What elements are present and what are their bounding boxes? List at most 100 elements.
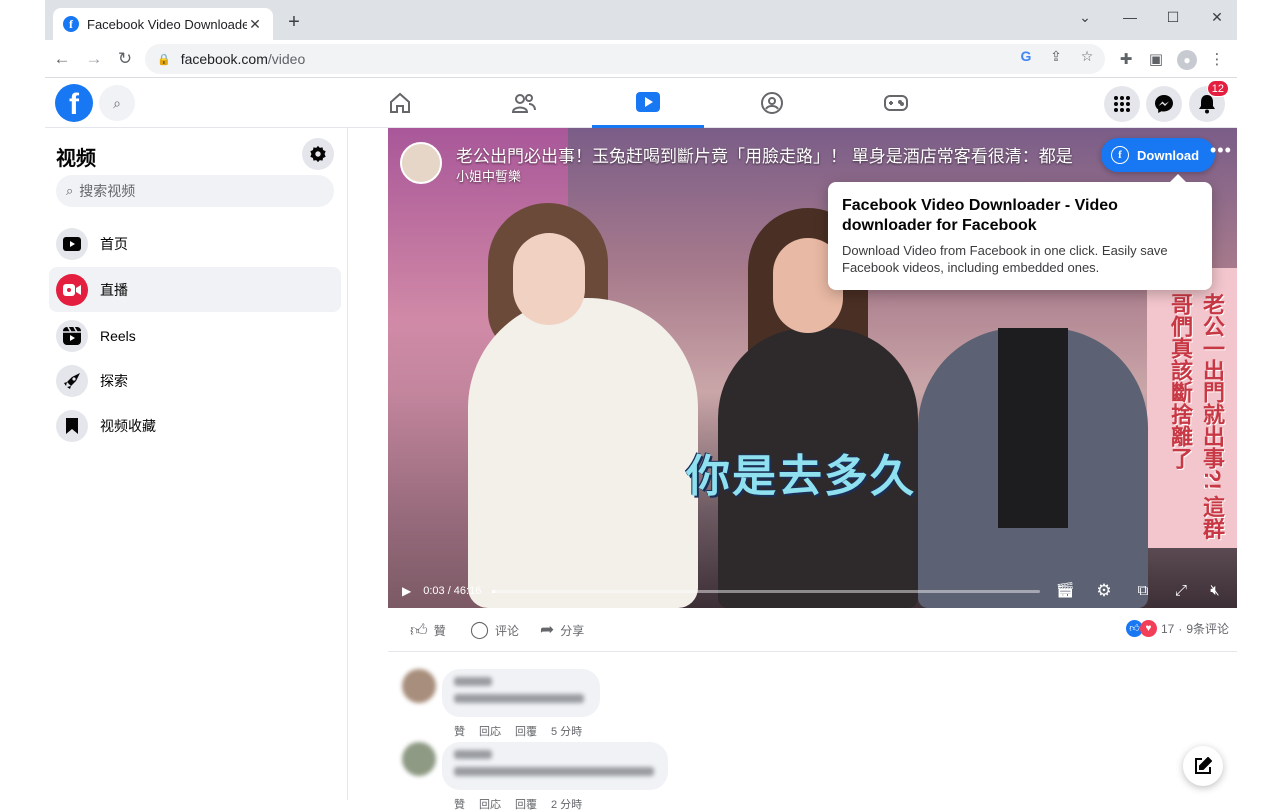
sidebar-item-reels[interactable]: Reels [49,313,341,358]
play-icon[interactable]: ▶ [402,584,411,598]
maximize-icon[interactable]: ☐ [1151,6,1195,28]
tooltip-title: Facebook Video Downloader - Video downlo… [842,197,1118,234]
seek-bar[interactable] [492,590,1040,593]
video-settings-icon[interactable]: ⚙ [1093,581,1115,601]
nav-groups-icon[interactable] [716,78,828,128]
nav-gaming-icon[interactable] [840,78,952,128]
sidebar-title: 视频 [56,148,96,170]
like-label: 贊 [433,624,446,638]
comment-bubble-icon: ◯ [470,620,490,639]
video-home-icon [56,227,88,260]
sidebar-item-home[interactable]: 首页 [49,221,341,266]
comment-reply2-link[interactable]: 回覆 [515,796,537,812]
messenger-icon[interactable] [1146,86,1182,122]
reload-icon[interactable]: ↻ [114,48,136,70]
google-translate-icon[interactable]: G [1017,47,1035,65]
url-host: facebook.com [180,51,268,67]
notifications-bell-icon[interactable]: 12 [1189,80,1229,122]
download-button-label: Download [1137,147,1200,163]
video-search-input[interactable]: ⌕ 搜索视频 [56,175,334,207]
search-icon: ⌕ [66,183,74,198]
video-subtitle: 你是去多久 [686,452,916,501]
video-title[interactable]: 老公出門必出事！玉兔赶喝到斷片竟「用臉走路」！ 單身是酒店常客看很清：都是 [456,142,1096,166]
share-button[interactable]: ➦ 分享 [540,620,584,640]
address-bar[interactable]: 🔒 facebook.com/video [145,44,1105,74]
sidebar-item-explore[interactable]: 探索 [49,358,341,403]
reaction-summary[interactable]: 👍︎ ♥ 17 · 9条评论 [1125,620,1229,637]
url-path: /video [267,51,306,67]
comment-reply-link[interactable]: 回応 [479,723,501,739]
comment-meta: 贊 回応 回覆 5 分時 [454,723,596,739]
nav-video-icon[interactable] [592,78,704,128]
video-player[interactable]: 老公出門必出事！玉兔赶喝到斷片竟「用臉走路」！ 單身是酒店常客看很清：都是 小姐… [388,128,1237,608]
video-controls: ▶ 0:03 / 46:16 🎬︎ ⚙ ⧉ ⤢ 🔇︎ [388,574,1237,608]
browser-menu-icon[interactable]: ⋮ [1207,50,1227,70]
comment-count[interactable]: 9条评论 [1186,620,1229,637]
video-search-placeholder: 搜索视频 [79,183,136,199]
blurred-text [454,767,654,776]
compose-icon [1195,757,1212,774]
love-reaction-icon: ♥ [1139,620,1157,637]
menu-grid-icon[interactable] [1104,86,1140,122]
tab-search-icon[interactable]: ⌄ [1063,6,1107,28]
close-window-icon[interactable]: ✕ [1195,6,1239,28]
download-button[interactable]: f Download [1101,138,1215,172]
extensions-icon[interactable]: ✚ [1116,50,1136,70]
new-tab-icon[interactable]: + [283,11,305,33]
comment-reply-link[interactable]: 回応 [479,796,501,812]
commenter-avatar[interactable] [402,669,436,703]
sidebar-item-label: 探索 [100,372,128,389]
video-channel-name: 小姐中暫樂 [456,169,522,184]
side-panel-icon[interactable]: ▣ [1146,50,1166,70]
forward-icon[interactable]: → [83,48,105,70]
clip-icon[interactable]: 🎬︎ [1054,581,1076,601]
comment-meta: 贊 回応 回覆 2 分時 [454,796,596,812]
blurred-name [454,750,492,759]
comment-like-link[interactable]: 贊 [454,796,465,812]
mute-icon[interactable]: 🔇︎ [1204,581,1226,601]
nav-friends-icon[interactable] [468,78,580,128]
channel-avatar[interactable] [400,142,442,184]
share-label: 分享 [560,623,585,638]
commenter-avatar[interactable] [402,742,436,776]
nav-home-icon[interactable] [344,78,456,128]
video-time: 0:03 / 46:16 [423,585,482,597]
search-icon[interactable]: ⌕ [99,85,135,121]
downloader-tooltip: Facebook Video Downloader - Video downlo… [828,174,1212,290]
more-options-icon[interactable]: ••• [1210,140,1232,161]
minimize-icon[interactable]: — [1108,6,1152,28]
like-button[interactable]: 👍︎ 贊 [410,620,446,641]
settings-gear-icon[interactable] [302,138,334,170]
comment-time: 2 分時 [551,799,583,811]
bookmark-star-icon[interactable]: ☆ [1078,47,1096,65]
sidebar-item-label: 首页 [100,235,128,252]
saved-icon [56,409,88,442]
tab-strip: f Facebook Video Downloader ✕ + ⌄ — ☐ ✕ [45,0,1237,40]
profile-avatar-icon[interactable]: ● [1177,50,1197,70]
separator-dot: · [1178,621,1183,636]
facebook-logo[interactable]: f [55,84,93,122]
picture-in-picture-icon[interactable]: ⧉ [1132,581,1154,601]
sidebar-item-live[interactable]: 直播 [49,267,341,312]
lock-icon: 🔒 [157,53,171,66]
browser-tab[interactable]: f Facebook Video Downloader ✕ [53,8,273,40]
comment-bubble [442,669,600,717]
reels-icon [56,319,88,352]
fullscreen-icon[interactable]: ⤢ [1170,581,1192,601]
back-icon[interactable]: ← [51,48,73,70]
facebook-header: f ⌕ 12 [45,78,1237,128]
comment-button[interactable]: ◯ 评论 [470,620,519,640]
browser-toolbar: ← → ↻ 🔒 facebook.com/video G ⇪ ☆ ✚ ▣ ● ⋮ [45,40,1237,78]
notifications-badge: 12 [1206,80,1229,97]
main-content: 老公出門必出事！玉兔赶喝到斷片竟「用臉走路」！ 單身是酒店常客看很清：都是 小姐… [348,128,1237,811]
sidebar-item-saved[interactable]: 视频收藏 [49,403,341,448]
share-page-icon[interactable]: ⇪ [1047,47,1065,65]
new-message-button[interactable] [1183,746,1223,786]
reaction-count: 17 [1160,621,1175,636]
browser-window: f Facebook Video Downloader ✕ + ⌄ — ☐ ✕ … [45,0,1237,811]
comment-like-link[interactable]: 贊 [454,723,465,739]
comment-time: 5 分時 [551,726,583,738]
seek-bar-progress [492,590,495,593]
comment-reply2-link[interactable]: 回覆 [515,723,537,739]
close-tab-icon[interactable]: ✕ [247,16,263,32]
